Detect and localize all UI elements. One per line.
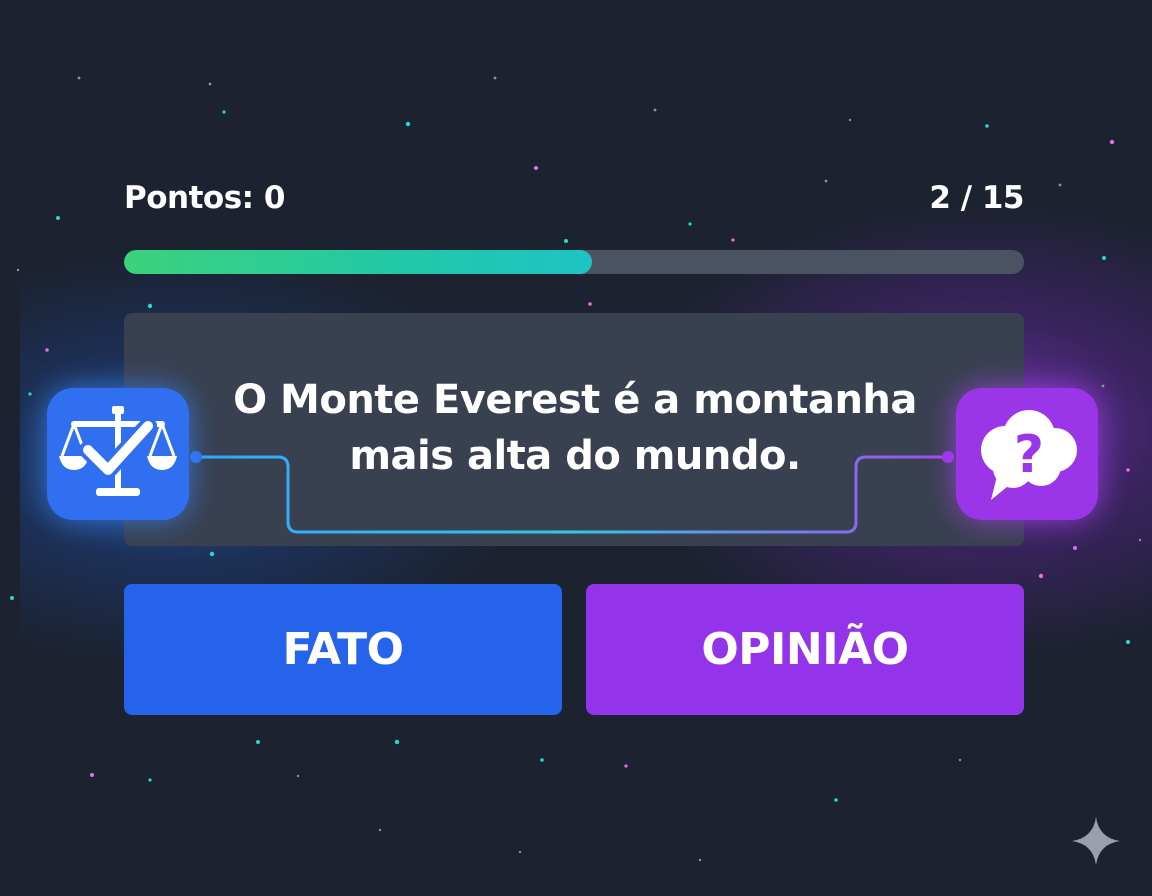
question-text: O Monte Everest é a montanha mais alta d… [233, 377, 917, 479]
svg-text:?: ? [1014, 425, 1044, 485]
progress-bar [124, 250, 1024, 274]
opinion-button[interactable]: OPINIÃO [586, 584, 1024, 715]
fact-badge [47, 388, 189, 520]
progress-fill [124, 250, 592, 274]
thought-cloud-question-icon: ? [981, 410, 1077, 500]
scales-check-icon [59, 406, 177, 496]
opinion-badge: ? [956, 388, 1098, 520]
score-label: Pontos: 0 [124, 180, 285, 216]
question-counter: 2 / 15 [929, 180, 1024, 216]
fact-button[interactable]: FATO [124, 584, 562, 715]
sparkle-icon [1072, 817, 1120, 865]
